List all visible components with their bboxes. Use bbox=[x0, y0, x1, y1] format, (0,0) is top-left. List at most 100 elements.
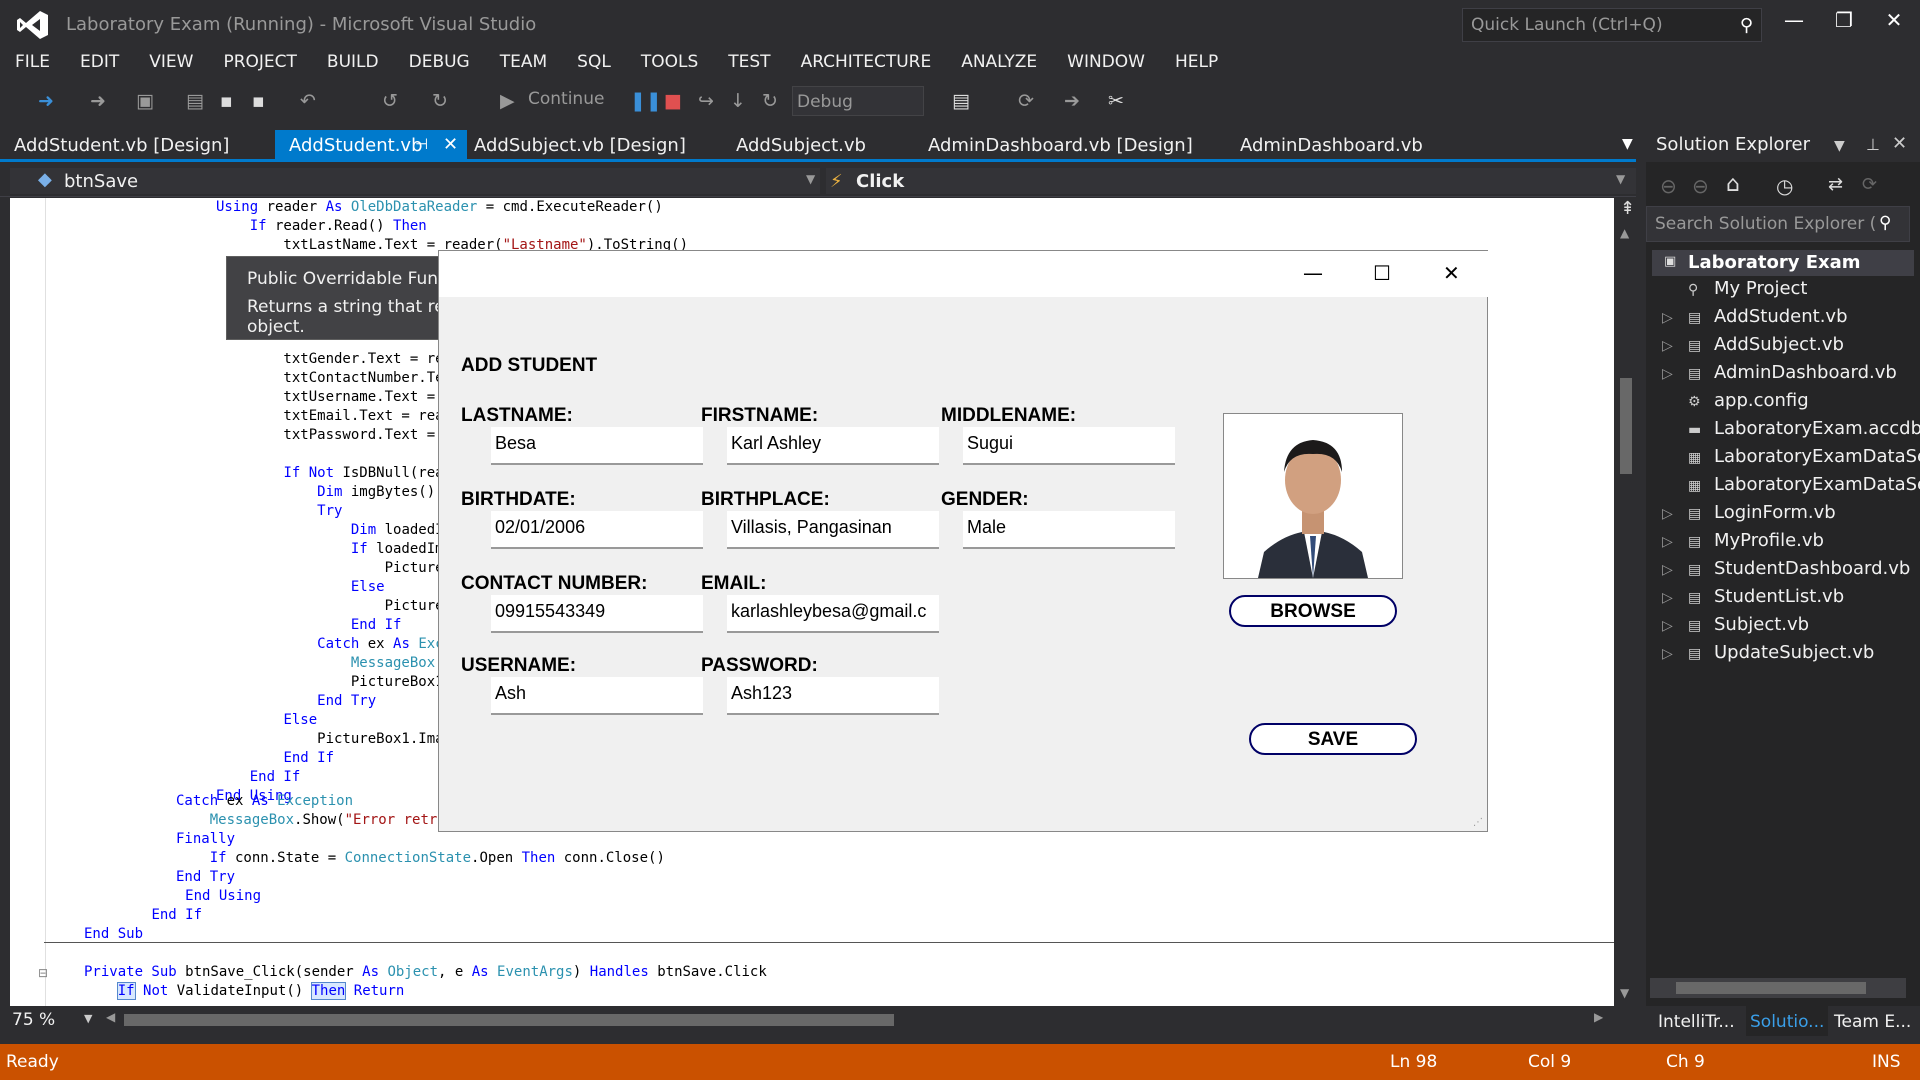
menu-tools[interactable]: TOOLS bbox=[626, 50, 713, 72]
tab-addstudent-design[interactable]: AddStudent.vb [Design] bbox=[0, 130, 278, 160]
tab-addsubject-design[interactable]: AddSubject.vb [Design] bbox=[460, 130, 722, 160]
step-over-icon[interactable]: ↪ bbox=[698, 90, 714, 112]
firstname-field[interactable]: Karl Ashley bbox=[727, 427, 939, 465]
history-icon[interactable]: ◷ bbox=[1776, 174, 1793, 198]
save-button[interactable]: SAVE bbox=[1249, 723, 1417, 755]
back-icon[interactable]: ⊖ bbox=[1660, 174, 1677, 198]
menu-edit[interactable]: EDIT bbox=[65, 50, 134, 72]
menu-test[interactable]: TEST bbox=[713, 50, 785, 72]
minimize-icon[interactable]: — bbox=[1303, 261, 1323, 285]
quick-launch-input[interactable]: Quick Launch (Ctrl+Q) ⚲ bbox=[1462, 8, 1762, 42]
expand-arrow-icon[interactable]: ▷ bbox=[1662, 338, 1673, 354]
maximize-icon[interactable]: ☐ bbox=[1373, 261, 1391, 285]
menu-project[interactable]: PROJECT bbox=[208, 50, 311, 72]
menu-debug[interactable]: DEBUG bbox=[394, 50, 485, 72]
tab-addstudent-code[interactable]: AddStudent.vb ⊣ ✕ bbox=[275, 130, 467, 160]
scroll-down-icon[interactable]: ▼ bbox=[1620, 986, 1629, 1000]
close-tab-icon[interactable]: ✕ bbox=[443, 134, 458, 155]
toolbox-icon[interactable]: ✂ bbox=[1108, 90, 1124, 112]
scrollbar-thumb[interactable] bbox=[1676, 982, 1866, 994]
middlename-field[interactable]: Sugui bbox=[963, 427, 1175, 465]
browse-button[interactable]: BROWSE bbox=[1229, 595, 1397, 627]
object-dropdown[interactable]: ◆ btnSave ▼ bbox=[10, 168, 820, 194]
configuration-select[interactable]: Debug bbox=[792, 86, 924, 116]
save-icon[interactable]: ▪ bbox=[220, 90, 233, 112]
expand-arrow-icon[interactable]: ▷ bbox=[1662, 366, 1673, 382]
scrollbar-thumb[interactable] bbox=[124, 1014, 894, 1026]
gender-field[interactable]: Male bbox=[963, 511, 1175, 549]
event-dropdown[interactable]: ⚡ Click ▼ bbox=[826, 168, 1636, 194]
expand-arrow-icon[interactable]: ▷ bbox=[1662, 646, 1673, 662]
expand-arrow-icon[interactable]: ▷ bbox=[1662, 534, 1673, 550]
scroll-left-icon[interactable]: ◀ bbox=[106, 1010, 115, 1024]
resize-grip-icon[interactable]: ⋰ bbox=[1473, 817, 1483, 828]
tree-item[interactable]: AddStudent.vb bbox=[1714, 306, 1848, 327]
email-field[interactable]: karlashleybesa@gmail.c bbox=[727, 595, 939, 633]
attach-icon[interactable]: ⟳ bbox=[1018, 90, 1034, 112]
redo-icon[interactable]: ↻ bbox=[432, 90, 448, 112]
forward-icon[interactable]: ➜ bbox=[90, 90, 106, 112]
close-icon[interactable]: ✕ bbox=[1892, 133, 1907, 154]
expand-arrow-icon[interactable]: ▷ bbox=[1662, 310, 1673, 326]
tree-item[interactable]: LaboratoryExamDataSet1 bbox=[1714, 474, 1920, 495]
solution-search-input[interactable]: Search Solution Explorer ( ⚲ bbox=[1646, 206, 1910, 242]
expand-arrow-icon[interactable]: ▷ bbox=[1662, 590, 1673, 606]
menu-analyze[interactable]: ANALYZE bbox=[946, 50, 1052, 72]
menu-sql[interactable]: SQL bbox=[562, 50, 626, 72]
scrollbar-thumb[interactable] bbox=[1620, 378, 1632, 474]
menu-team[interactable]: TEAM bbox=[485, 50, 562, 72]
stop-icon[interactable]: ■ bbox=[664, 90, 682, 112]
tree-item[interactable]: StudentDashboard.vb bbox=[1714, 558, 1910, 579]
tab-team-explorer[interactable]: Team E... bbox=[1834, 1012, 1911, 1032]
tab-solution-explorer[interactable]: Solutio... bbox=[1746, 1006, 1829, 1036]
restore-icon[interactable]: ❐ bbox=[1824, 8, 1864, 38]
username-field[interactable]: Ash bbox=[491, 677, 703, 715]
step-into-icon[interactable]: ↓ bbox=[730, 90, 746, 112]
lastname-field[interactable]: Besa bbox=[491, 427, 703, 465]
tab-intellitrace[interactable]: IntelliTr... bbox=[1658, 1012, 1735, 1032]
expand-arrow-icon[interactable]: ▷ bbox=[1662, 506, 1673, 522]
back-icon[interactable]: ➜ bbox=[38, 90, 54, 112]
restart-icon[interactable]: ↻ bbox=[762, 90, 778, 112]
tab-admindashboard-design[interactable]: AdminDashboard.vb [Design] bbox=[914, 130, 1224, 160]
navigate-icon[interactable]: ➔ bbox=[1064, 90, 1080, 112]
expand-arrow-icon[interactable]: ▷ bbox=[1662, 618, 1673, 634]
pin-icon[interactable]: ⊣ bbox=[415, 135, 428, 153]
cut-icon[interactable]: ↶ bbox=[300, 90, 316, 112]
expand-arrow-icon[interactable]: ▷ bbox=[1662, 562, 1673, 578]
minimize-icon[interactable]: — bbox=[1774, 8, 1814, 38]
tree-item[interactable]: LaboratoryExamDataSet.x bbox=[1714, 446, 1920, 467]
close-icon[interactable]: ✕ bbox=[1874, 8, 1914, 38]
project-root[interactable]: Laboratory Exam bbox=[1688, 252, 1861, 273]
tree-item[interactable]: app.config bbox=[1714, 390, 1809, 411]
tree-item[interactable]: StudentList.vb bbox=[1714, 586, 1844, 607]
home-icon[interactable]: ⌂ bbox=[1726, 172, 1740, 197]
scroll-right-icon[interactable]: ▶ bbox=[1594, 1010, 1603, 1024]
sync-icon[interactable]: ⇄ bbox=[1828, 174, 1843, 195]
menu-window[interactable]: WINDOW bbox=[1052, 50, 1160, 72]
tree-item[interactable]: LaboratoryExam.accdb bbox=[1714, 418, 1920, 439]
tree-item[interactable]: AddSubject.vb bbox=[1714, 334, 1844, 355]
tab-admindashboard-code[interactable]: AdminDashboard.vb bbox=[1226, 130, 1506, 160]
undo-icon[interactable]: ↺ bbox=[382, 90, 398, 112]
save-all-icon[interactable]: ▪ bbox=[252, 90, 265, 112]
continue-label[interactable]: Continue bbox=[528, 89, 604, 109]
find-icon[interactable]: ▤ bbox=[952, 90, 970, 112]
menu-file[interactable]: FILE bbox=[0, 50, 65, 72]
tab-addsubject-code[interactable]: AddSubject.vb bbox=[722, 130, 906, 160]
tab-overflow-icon[interactable]: ▼ bbox=[1622, 136, 1633, 152]
close-icon[interactable]: ✕ bbox=[1443, 261, 1460, 285]
tree-item[interactable]: LoginForm.vb bbox=[1714, 502, 1836, 523]
forward-icon[interactable]: ⊖ bbox=[1692, 174, 1709, 198]
menu-help[interactable]: HELP bbox=[1160, 50, 1233, 72]
continue-icon[interactable]: ▶ bbox=[500, 90, 515, 112]
tree-item[interactable]: UpdateSubject.vb bbox=[1714, 642, 1874, 663]
dropdown-icon[interactable]: ▼ bbox=[1834, 138, 1845, 154]
tree-item[interactable]: My Project bbox=[1714, 278, 1808, 299]
tree-item[interactable]: Subject.vb bbox=[1714, 614, 1809, 635]
menu-build[interactable]: BUILD bbox=[312, 50, 394, 72]
tree-item[interactable]: AdminDashboard.vb bbox=[1714, 362, 1897, 383]
collapse-icon[interactable]: ⊟ bbox=[38, 966, 48, 980]
zoom-select[interactable]: 75 % ▼ bbox=[10, 1006, 100, 1032]
password-field[interactable]: Ash123 bbox=[727, 677, 939, 715]
